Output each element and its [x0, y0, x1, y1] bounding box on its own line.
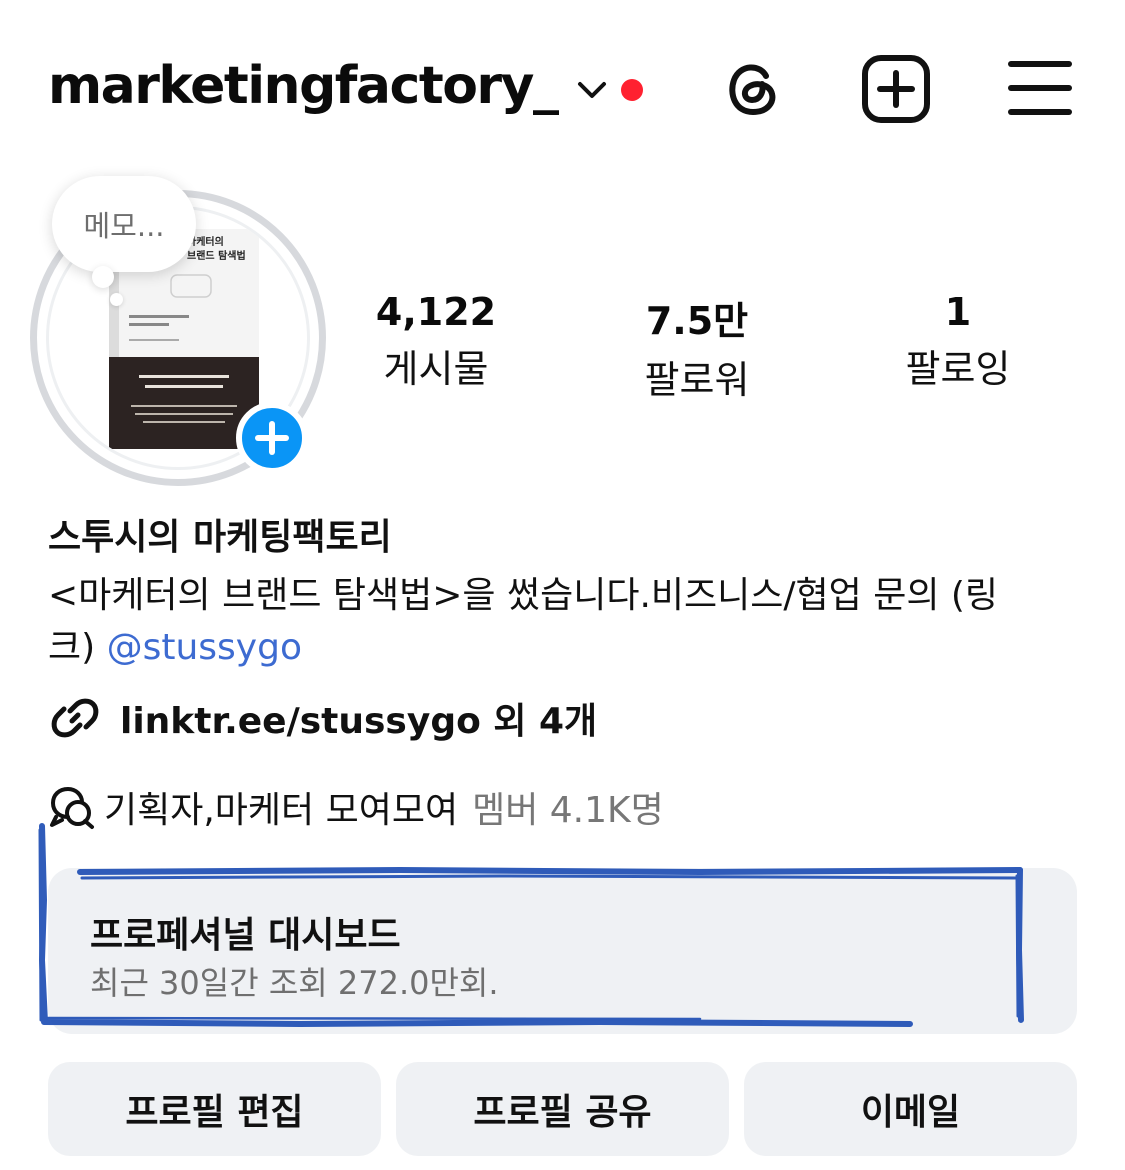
stat-followers[interactable]: 7.5만 팔로워 — [587, 290, 807, 404]
channel-name: 기획자,마케터 모여모여 — [104, 790, 459, 831]
add-story-button[interactable] — [236, 402, 308, 474]
stat-followers-label: 팔로워 — [644, 358, 750, 402]
notification-dot — [621, 79, 643, 101]
stat-posts-label: 게시물 — [383, 347, 489, 391]
email-button[interactable]: 이메일 — [744, 1062, 1077, 1156]
dashboard-title: 프로페셔널 대시보드 — [90, 915, 401, 956]
plus-icon — [255, 421, 289, 455]
menu-icon[interactable] — [1005, 54, 1075, 124]
stat-followers-value: 7.5만 — [645, 299, 749, 343]
share-profile-button[interactable]: 프로필 공유 — [396, 1062, 729, 1156]
stat-posts-value: 4,122 — [375, 290, 497, 334]
dashboard-subtitle: 최근 30일간 조회 272.0만회. — [90, 964, 499, 1002]
profile-link[interactable]: linktr.ee/stussygo 외 4개 — [48, 692, 597, 744]
create-post-icon[interactable] — [861, 54, 931, 124]
profile-username[interactable]: marketingfactory_ — [48, 56, 559, 116]
profile-full-name: 스투시의 마케팅팩토리 — [48, 517, 392, 558]
chevron-down-icon[interactable] — [576, 76, 608, 104]
memo-bubble[interactable]: 메모... — [52, 176, 196, 272]
channel-icon — [50, 787, 94, 829]
stat-following-label: 팔로잉 — [905, 347, 1011, 391]
stat-posts[interactable]: 4,122 게시물 — [326, 290, 546, 393]
edit-profile-button[interactable]: 프로필 편집 — [48, 1062, 381, 1156]
profile-bio: <마케터의 브랜드 탐색법>을 썼습니다.비즈니스/협업 문의 (링 크) @s… — [48, 570, 1088, 674]
link-icon — [51, 698, 99, 738]
channel-members: 멤버 4.1K명 — [472, 790, 664, 831]
book-title-line2: 브랜드 탐색법 — [187, 249, 246, 262]
profile-link-text: linktr.ee/stussygo 외 4개 — [120, 701, 598, 742]
threads-icon[interactable] — [718, 54, 788, 124]
bio-line2-prefix: 크) — [48, 627, 107, 668]
bio-line1: <마케터의 브랜드 탐색법>을 썼습니다.비즈니스/협업 문의 (링 — [48, 575, 999, 616]
bio-mention-link[interactable]: @stussygo — [107, 627, 302, 668]
bio-line2: 크) @stussygo — [48, 622, 1088, 674]
stat-following-value: 1 — [944, 290, 972, 334]
stat-following[interactable]: 1 팔로잉 — [848, 290, 1068, 393]
memo-text: 메모... — [83, 209, 165, 243]
memo-bubble-tail — [92, 266, 114, 288]
broadcast-channel[interactable]: 기획자,마케터 모여모여 멤버 4.1K명 — [48, 782, 664, 832]
memo-bubble-tail-small — [110, 293, 123, 306]
